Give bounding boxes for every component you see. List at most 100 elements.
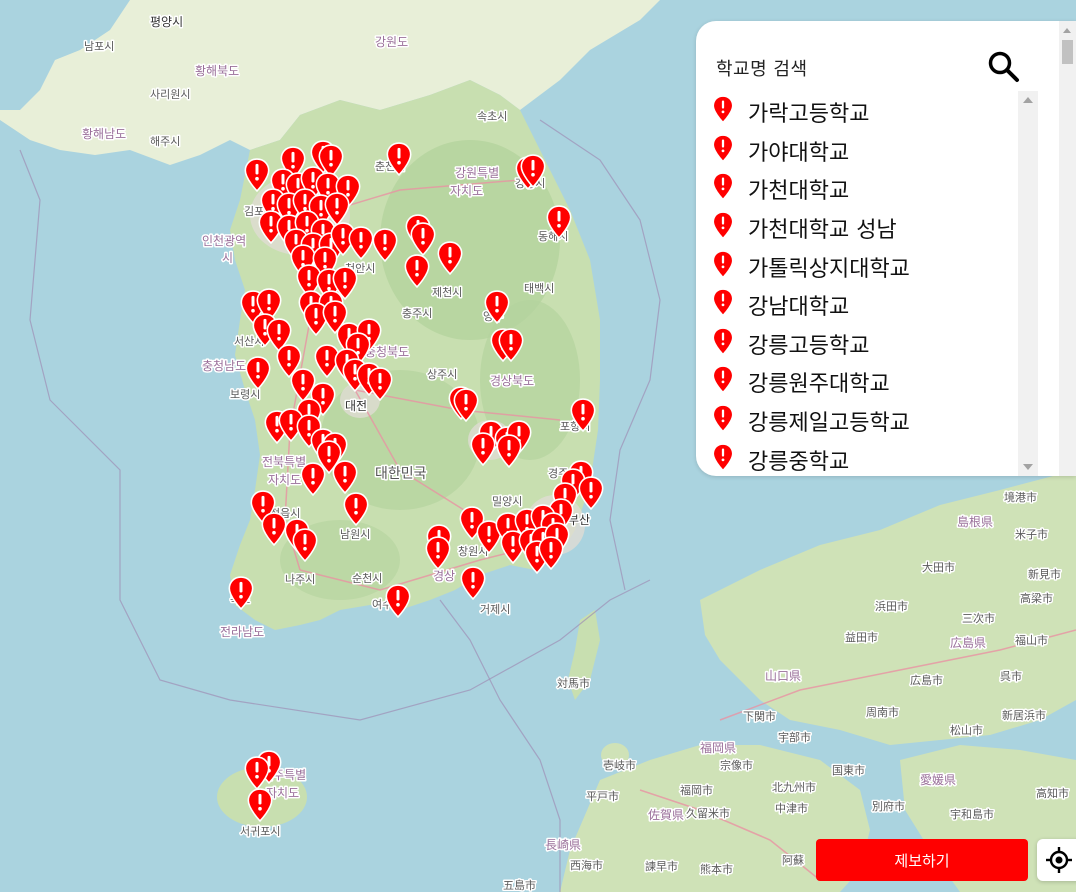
report-button[interactable]: 제보하기 (816, 839, 1028, 881)
label-taebaek: 태백시 (524, 282, 554, 295)
school-list-item[interactable]: 가락고등학교 (712, 93, 1032, 132)
label-niihama: 新居浜市 (1002, 708, 1046, 722)
label-nakatsu: 中津市 (775, 801, 808, 815)
label-goto: 五島市 (503, 878, 536, 892)
school-list-item[interactable]: 가톨릭상지대학교 (712, 247, 1032, 286)
label-masuda: 益田市 (845, 630, 878, 644)
school-list-item[interactable]: 강남대학교 (712, 286, 1032, 325)
school-list-item[interactable]: 가야대학교 (712, 132, 1032, 171)
label-shunan: 周南市 (866, 705, 899, 719)
label-daejeon: 대전 (345, 399, 367, 413)
school-list-item[interactable]: 가천대학교 성남 (712, 209, 1032, 248)
label-tsushima: 対馬市 (557, 676, 590, 690)
school-list-item[interactable]: 가천대학교 (712, 170, 1032, 209)
marker-pin-icon (714, 405, 732, 431)
label-sariwon: 사리원시 (150, 88, 190, 101)
school-list-item[interactable]: 강릉제일고등학교 (712, 402, 1032, 441)
label-incheon-2: 시 (222, 251, 233, 265)
label-mima: 三次市 (962, 611, 995, 625)
label-iki: 壱岐市 (603, 758, 636, 772)
label-matsuyama: 松山市 (950, 723, 983, 737)
label-yonago: 米子市 (1015, 527, 1048, 541)
marker-pin-icon (714, 212, 732, 238)
school-name: 강릉원주대학교 (748, 372, 890, 398)
label-daisen: 大田市 (922, 560, 955, 574)
page-scroll-thumb[interactable] (1062, 40, 1073, 64)
label-yamaguchi-pref: 山口県 (765, 669, 801, 683)
school-list-item[interactable]: 강릉고등학교 (712, 325, 1032, 364)
school-name: 가락고등학교 (748, 102, 870, 128)
label-naju: 나주시 (285, 573, 315, 586)
label-ube: 宇部市 (778, 730, 811, 744)
label-gyeongnam: 경상 (433, 569, 455, 583)
label-hirado: 平戸市 (586, 789, 619, 803)
school-name: 가천대학교 (748, 179, 850, 205)
label-hwanghae-south: 황해남도 (82, 127, 126, 141)
label-chungnam: 충청남도 (202, 359, 246, 373)
marker-pin-icon (714, 328, 732, 354)
label-gangwon: 강원특별 (455, 166, 499, 180)
label-kure: 呉市 (1000, 669, 1022, 683)
label-namwon: 남원시 (340, 528, 370, 541)
school-list-item[interactable]: 강릉원주대학교 (712, 363, 1032, 402)
search-label[interactable]: 학교명 검색 (716, 55, 808, 81)
school-name: 강릉제일고등학교 (748, 411, 910, 437)
school-name: 강릉중학교 (748, 449, 850, 475)
label-korea: 대한민국 (375, 466, 427, 482)
label-sangju: 상주시 (427, 368, 457, 381)
scroll-up-arrow-icon[interactable] (1023, 97, 1033, 103)
label-hiroshima-pref: 広島県 (950, 635, 986, 650)
label-suncheon: 순천시 (352, 571, 382, 585)
school-list-scrollbar[interactable] (1018, 91, 1038, 476)
label-gyeongbuk: 경상북도 (490, 374, 534, 388)
label-pyongyang: 평양시 (150, 15, 183, 29)
label-sokcho: 속초시 (477, 110, 507, 123)
label-kochi: 高知市 (1036, 786, 1069, 800)
marker-pin-icon (714, 97, 732, 122)
marker-pin-icon (714, 174, 732, 199)
label-munakata: 宗像市 (720, 758, 753, 772)
label-fukuoka-pref: 福岡県 (700, 740, 736, 755)
label-kitakyushu: 北九州市 (772, 780, 816, 794)
school-name: 가천대학교 성남 (748, 218, 897, 244)
label-shimane: 島根県 (957, 514, 993, 529)
school-list[interactable]: 가락고등학교가야대학교가천대학교가천대학교 성남가톨릭상지대학교강남대학교강릉고… (712, 93, 1032, 476)
label-seogwipo: 서귀포시 (240, 825, 280, 838)
school-list-item[interactable]: 강릉중학교 (712, 440, 1032, 476)
locate-button[interactable] (1037, 839, 1076, 881)
label-hiroshima: 広島市 (910, 673, 943, 687)
label-kumamoto: 熊本市 (700, 862, 733, 876)
school-name: 강릉고등학교 (748, 333, 870, 359)
school-name: 강남대학교 (748, 295, 850, 321)
label-aso: 阿蘇 (782, 854, 804, 867)
school-name: 가톨릭상지대학교 (748, 256, 910, 282)
label-kurume: 久留米市 (686, 806, 730, 820)
label-shimonoseki: 下関市 (743, 709, 776, 723)
crosshair-icon (1046, 847, 1072, 873)
label-fukuyama: 福山市 (1015, 633, 1048, 647)
label-hwanghae-north: 황해북도 (195, 64, 239, 78)
label-geoje: 거제시 (480, 603, 510, 616)
search-icon[interactable] (986, 49, 1022, 85)
marker-pin-icon (714, 251, 732, 276)
scroll-down-arrow-icon[interactable] (1023, 464, 1033, 470)
label-jeonnam: 전라남도 (220, 625, 264, 639)
label-gangwon-north: 강원도 (375, 35, 408, 49)
label-nagasaki-pref: 長崎県 (545, 838, 581, 852)
label-takahashi: 高梁市 (1020, 591, 1053, 605)
marker-pin-icon (714, 290, 732, 315)
label-shinjo: 新見市 (1028, 567, 1061, 581)
label-saga-pref: 佐賀県 (648, 808, 684, 822)
page-scrollbar[interactable] (1059, 21, 1076, 476)
school-search-panel: 학교명 검색 가락고등학교가야대학교가천대학교가천대학교 성남가톨릭상지대학교강… (696, 21, 1076, 476)
label-kunisaki: 国東市 (832, 763, 865, 777)
label-nampo: 남포시 (84, 40, 114, 53)
label-saikai: 西海市 (570, 858, 603, 872)
page-scroll-up-arrow-icon[interactable] (1063, 28, 1071, 33)
label-fukuoka: 福岡市 (680, 783, 713, 797)
label-jecheon: 제천시 (432, 285, 462, 299)
label-gangwon-2: 자치도 (450, 184, 483, 198)
label-boryeong: 보령시 (230, 388, 260, 401)
label-sakaiminato: 境港市 (1004, 490, 1037, 504)
label-uwajima: 宇和島市 (950, 807, 994, 821)
